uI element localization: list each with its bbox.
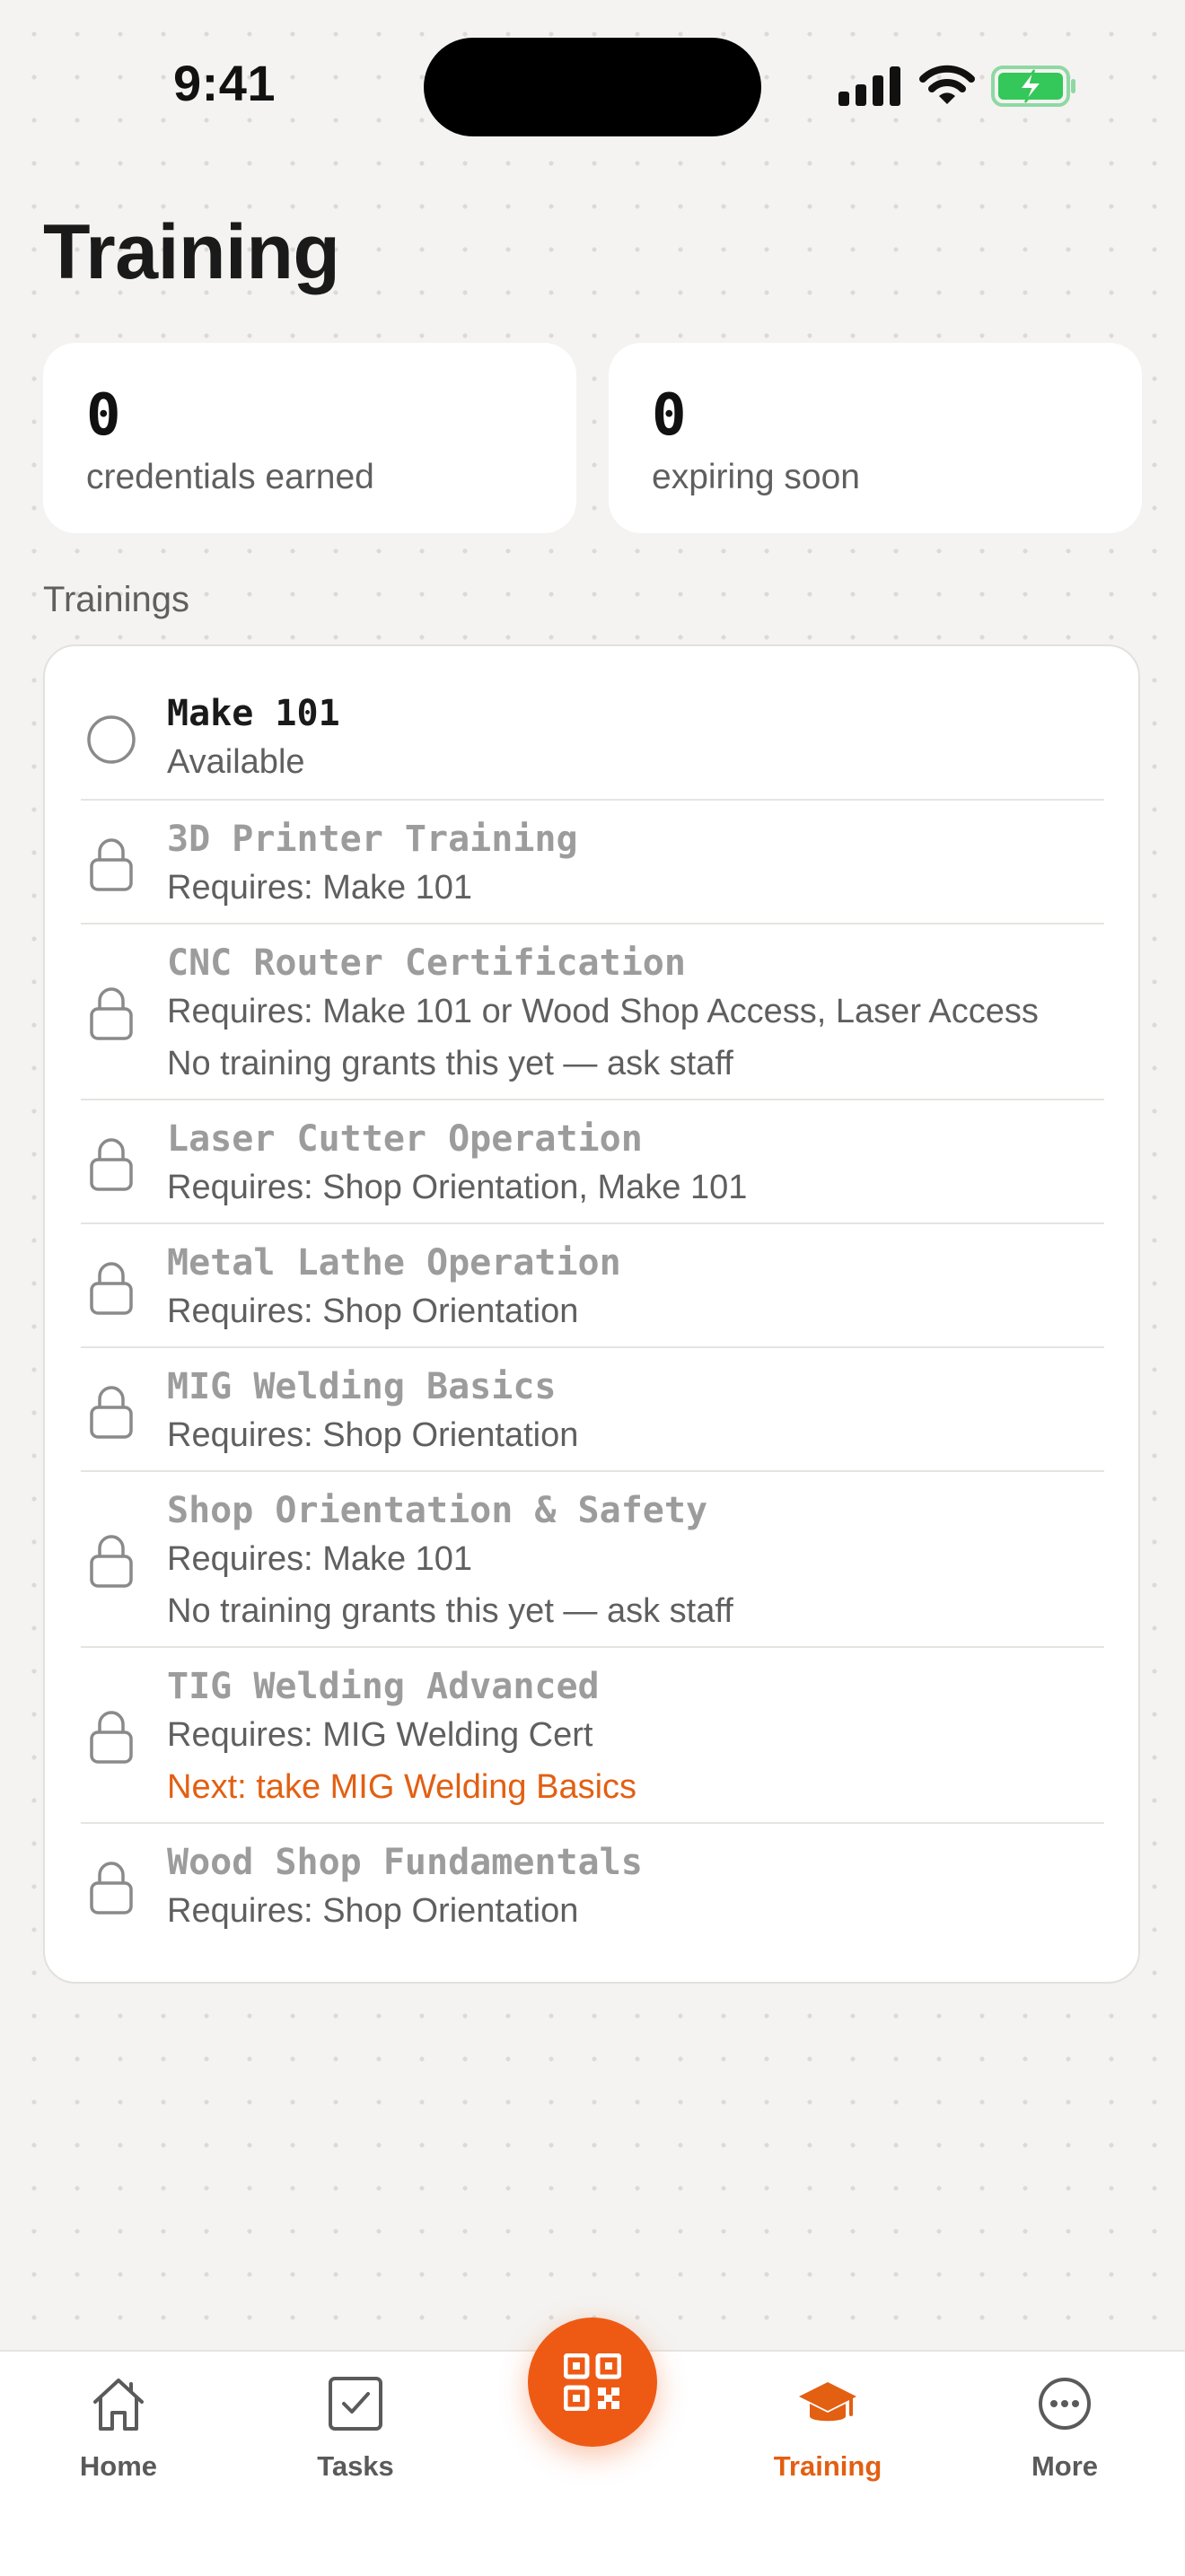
lock-icon: [90, 1535, 133, 1588]
credentials-earned-card: 0 credentials earned: [43, 343, 576, 533]
graduation-cap-icon: [799, 2382, 856, 2422]
lock-icon: [90, 1386, 133, 1439]
training-requirement: Requires: Shop Orientation: [167, 1892, 579, 1930]
tab-home[interactable]: Home: [29, 2352, 208, 2531]
credentials-earned-count: 0: [86, 382, 121, 449]
training-note: No training grants this yet — ask staff: [167, 1592, 733, 1630]
expiring-soon-label: expiring soon: [652, 458, 860, 496]
tab-label: Home: [79, 2450, 158, 2482]
training-status: Available: [167, 743, 305, 781]
training-requirement: Requires: Make 101 or Wood Shop Access, …: [167, 993, 1039, 1030]
training-item-wood-shop[interactable]: Wood Shop Fundamentals Requires: Shop Or…: [81, 1822, 1104, 1958]
lock-icon: [90, 1262, 133, 1315]
cellular-signal-icon: [838, 66, 900, 106]
lock-icon: [90, 1138, 133, 1191]
lock-icon: [90, 838, 133, 891]
training-name: Wood Shop Fundamentals: [167, 1842, 643, 1883]
training-name: MIG Welding Basics: [167, 1366, 557, 1407]
expiring-soon-card: 0 expiring soon: [609, 343, 1142, 533]
training-name: CNC Router Certification: [167, 942, 686, 984]
training-name: Metal Lathe Operation: [167, 1242, 621, 1284]
training-item-mig-welding[interactable]: MIG Welding Basics Requires: Shop Orient…: [81, 1346, 1104, 1472]
training-item-cnc-router[interactable]: CNC Router Certification Requires: Make …: [81, 923, 1104, 1100]
training-item-metal-lathe[interactable]: Metal Lathe Operation Requires: Shop Ori…: [81, 1222, 1104, 1348]
trainings-section-heading: Trainings: [43, 580, 190, 619]
training-name: 3D Printer Training: [167, 819, 578, 860]
training-requirement: Requires: Shop Orientation: [167, 1416, 579, 1454]
training-name: Make 101: [167, 693, 340, 734]
training-item-laser-cutter[interactable]: Laser Cutter Operation Requires: Shop Or…: [81, 1099, 1104, 1224]
more-icon: [1039, 2378, 1091, 2430]
qr-code-icon: [564, 2353, 621, 2411]
training-note: No training grants this yet — ask staff: [167, 1045, 733, 1082]
status-bar: 9:41: [0, 0, 1185, 171]
credentials-earned-label: credentials earned: [86, 458, 374, 496]
checkbox-icon: [329, 2377, 382, 2431]
tab-label: More: [1031, 2450, 1099, 2482]
training-item-shop-orientation[interactable]: Shop Orientation & Safety Requires: Make…: [81, 1470, 1104, 1648]
lock-icon: [90, 1711, 133, 1764]
lock-icon: [90, 987, 133, 1040]
training-item-3d-printer[interactable]: 3D Printer Training Requires: Make 101: [81, 799, 1104, 924]
tab-label: Tasks: [317, 2450, 394, 2482]
page-title: Training: [43, 209, 340, 295]
home-icon: [93, 2379, 144, 2431]
expiring-soon-count: 0: [652, 382, 687, 449]
training-requirement: Requires: Shop Orientation, Make 101: [167, 1169, 748, 1206]
training-requirement: Requires: MIG Welding Cert: [167, 1716, 593, 1754]
lock-icon: [90, 1862, 133, 1914]
training-name: Shop Orientation & Safety: [167, 1490, 708, 1531]
scan-qr-button[interactable]: [528, 2318, 657, 2447]
dynamic-island: [424, 38, 761, 136]
status-icons: [838, 65, 1083, 108]
next-step-link[interactable]: Next: take MIG Welding Basics: [167, 1768, 636, 1807]
wifi-icon: [919, 65, 975, 104]
training-name: Laser Cutter Operation: [167, 1118, 643, 1160]
training-requirement: Requires: Make 101: [167, 1540, 473, 1578]
training-requirement: Requires: Shop Orientation: [167, 1292, 579, 1330]
tab-tasks[interactable]: Tasks: [266, 2352, 445, 2531]
tab-label: Training: [773, 2450, 882, 2482]
tab-more[interactable]: More: [975, 2352, 1154, 2531]
battery-charging-icon: [991, 66, 1075, 107]
circle-icon: [87, 715, 136, 764]
tab-training[interactable]: Training: [738, 2352, 917, 2531]
status-time: 9:41: [172, 55, 276, 111]
training-item-make-101[interactable]: Make 101 Available: [81, 646, 1104, 799]
training-requirement: Requires: Make 101: [167, 869, 473, 907]
trainings-list: Make 101 Available 3D Printer Training R…: [43, 644, 1140, 1984]
training-item-tig-welding[interactable]: TIG Welding Advanced Requires: MIG Weldi…: [81, 1646, 1104, 1824]
training-name: TIG Welding Advanced: [167, 1666, 600, 1707]
